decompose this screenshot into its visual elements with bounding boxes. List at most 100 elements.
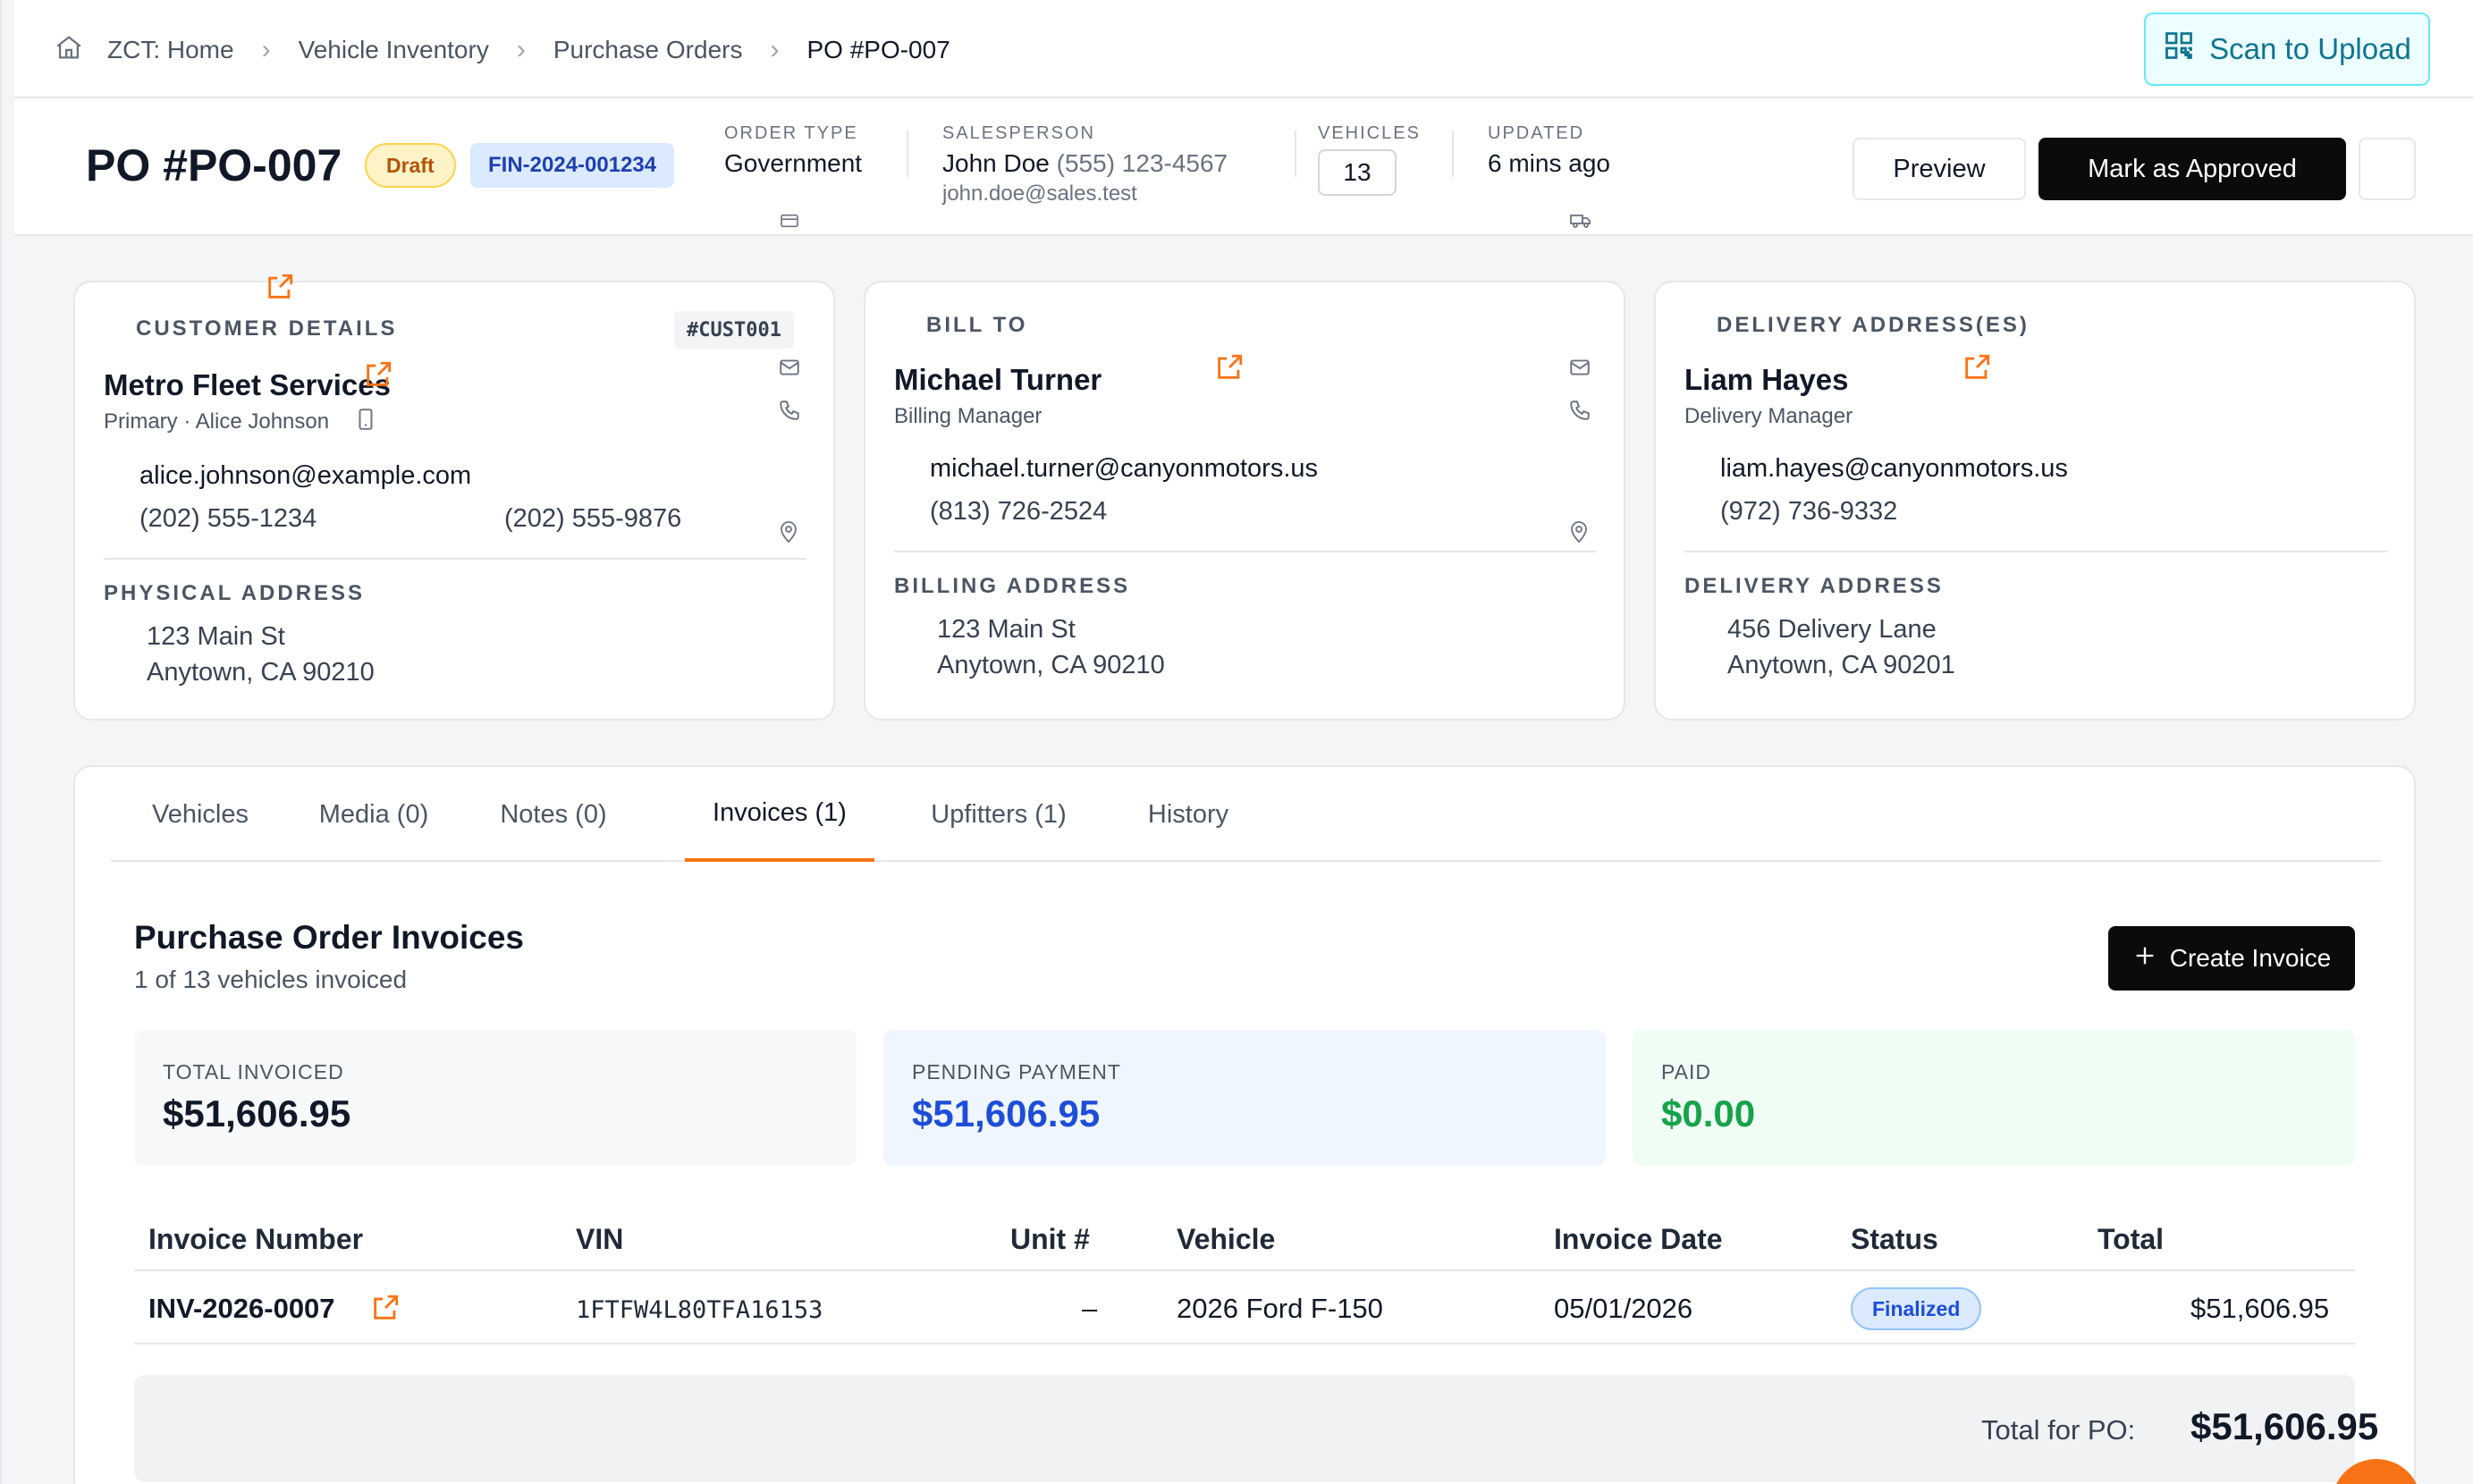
- external-link-icon[interactable]: [363, 359, 393, 394]
- external-link-icon[interactable]: [1962, 352, 1992, 387]
- table-row[interactable]: INV-2026-0007 1FTFW4L80TFA16153 – 2026 F…: [134, 1273, 2355, 1345]
- salesperson-line: John Doe (555) 123-4567: [942, 149, 1228, 178]
- stat-total-invoiced: TOTAL INVOICED $51,606.95: [134, 1030, 857, 1166]
- po-total-value: $51,606.95: [2190, 1405, 2379, 1447]
- salesperson-email[interactable]: john.doe@sales.test: [942, 181, 1228, 207]
- invoice-date: 05/01/2026: [1554, 1293, 1693, 1324]
- divider: [1684, 551, 2387, 552]
- scan-to-upload-label: Scan to Upload: [2209, 32, 2411, 65]
- top-bar: ZCT: Home › Vehicle Inventory › Purchase…: [14, 0, 2473, 98]
- mark-approved-button[interactable]: Mark as Approved: [2038, 138, 2346, 200]
- vehicles-label: VEHICLES: [1318, 123, 1421, 143]
- breadcrumb-vehicle-inventory[interactable]: Vehicle Inventory: [299, 36, 489, 64]
- column-header[interactable]: Total: [2097, 1223, 2164, 1256]
- detail-panel: Vehicles Media (0) Notes (0) Invoices (1…: [73, 765, 2416, 1484]
- more-actions-button[interactable]: [2359, 138, 2416, 200]
- address-line-1: 456 Delivery Lane: [1727, 615, 1937, 644]
- delivery-address-label: DELIVERY ADDRESS: [1684, 574, 1944, 598]
- address-line-2: Anytown, CA 90210: [147, 658, 375, 687]
- card-icon: [780, 213, 799, 233]
- customer-name[interactable]: Metro Fleet Services: [104, 368, 391, 402]
- customer-details-card: CUSTOMER DETAILS #CUST001 Metro Fleet Se…: [73, 274, 835, 721]
- address-line-2: Anytown, CA 90210: [937, 651, 1165, 679]
- external-link-icon[interactable]: [370, 1293, 401, 1328]
- column-header[interactable]: Vehicle: [1177, 1223, 1275, 1256]
- bill-to-email[interactable]: michael.turner@canyonmotors.us: [930, 454, 1318, 484]
- section-title: Purchase Order Invoices: [134, 919, 524, 956]
- customer-phone-secondary[interactable]: (202) 555-9876: [504, 504, 681, 534]
- bill-to-phone[interactable]: (813) 726-2524: [930, 497, 1107, 527]
- column-header[interactable]: Invoice Date: [1554, 1223, 1723, 1256]
- map-pin-icon[interactable]: [778, 519, 799, 548]
- order-type-value: Government: [724, 149, 863, 177]
- address-line-1: 123 Main St: [147, 622, 285, 651]
- stat-value: $51,606.95: [912, 1092, 1101, 1134]
- stat-label: PAID: [1661, 1060, 1711, 1083]
- customer-contact: Primary · Alice Johnson: [104, 409, 330, 434]
- salesperson-phone[interactable]: (555) 123-4567: [1057, 149, 1228, 177]
- mail-icon[interactable]: [1568, 356, 1591, 384]
- stat-label: PENDING PAYMENT: [912, 1060, 1121, 1083]
- phone-icon[interactable]: [1568, 399, 1591, 426]
- divider: [1452, 131, 1454, 177]
- tab-upfitters[interactable]: Upfitters (1): [908, 767, 1089, 862]
- breadcrumb: ZCT: Home › Vehicle Inventory › Purchase…: [54, 32, 950, 68]
- delivery-label: DELIVERY ADDRESS(ES): [1717, 313, 2030, 337]
- invoice-total: $51,606.95: [2190, 1293, 2330, 1324]
- column-header[interactable]: Unit #: [1010, 1223, 1090, 1256]
- column-header[interactable]: Status: [1851, 1223, 1938, 1256]
- breadcrumb-purchase-orders[interactable]: Purchase Orders: [553, 36, 743, 64]
- external-link-icon[interactable]: [1214, 352, 1245, 387]
- home-icon[interactable]: [54, 32, 84, 69]
- invoice-number[interactable]: INV-2026-0007: [148, 1293, 335, 1325]
- truck-icon: [1570, 213, 1591, 233]
- tab-vehicles[interactable]: Vehicles: [139, 767, 261, 862]
- tab-media[interactable]: Media (0): [302, 767, 445, 862]
- bill-to-name[interactable]: Michael Turner: [894, 363, 1101, 397]
- external-link-icon[interactable]: [265, 272, 295, 307]
- stat-pending-payment: PENDING PAYMENT $51,606.95: [883, 1030, 1606, 1166]
- customer-details-label: CUSTOMER DETAILS: [136, 316, 398, 341]
- tab-history[interactable]: History: [1127, 767, 1250, 862]
- unit-number: –: [1082, 1293, 1098, 1324]
- section-subtitle: 1 of 13 vehicles invoiced: [134, 965, 408, 993]
- delivery-email[interactable]: liam.hayes@canyonmotors.us: [1720, 454, 2068, 484]
- breadcrumb-current: PO #PO-007: [806, 36, 950, 63]
- customer-email[interactable]: alice.johnson@example.com: [139, 461, 471, 491]
- billing-address-label: BILLING ADDRESS: [894, 574, 1131, 598]
- tab-bar: Vehicles Media (0) Notes (0) Invoices (1…: [111, 767, 2382, 862]
- stat-paid: PAID $0.00: [1633, 1030, 2355, 1166]
- divider: [104, 558, 806, 560]
- vin: 1FTFW4L80TFA16153: [576, 1296, 823, 1324]
- delivery-phone[interactable]: (972) 736-9332: [1720, 497, 1897, 527]
- address-line-2: Anytown, CA 90201: [1727, 651, 1955, 679]
- column-header[interactable]: Invoice Number: [148, 1223, 363, 1256]
- page-title: PO #PO-007: [86, 140, 342, 190]
- mail-icon[interactable]: [778, 356, 801, 384]
- map-pin-icon[interactable]: [1568, 519, 1590, 548]
- create-invoice-label: Create Invoice: [2169, 944, 2332, 972]
- fin-number-badge[interactable]: FIN-2024-001234: [470, 143, 675, 188]
- preview-button[interactable]: Preview: [1853, 138, 2026, 200]
- tab-invoices[interactable]: Invoices (1): [685, 767, 874, 862]
- phone-icon[interactable]: [778, 399, 801, 426]
- vehicle: 2026 Ford F-150: [1177, 1293, 1383, 1324]
- po-header: PO #PO-007 Draft FIN-2024-001234 ORDER T…: [14, 98, 2473, 236]
- address-line-1: 123 Main St: [937, 615, 1076, 644]
- delivery-role: Delivery Manager: [1684, 404, 1853, 428]
- create-invoice-button[interactable]: Create Invoice: [2108, 926, 2355, 991]
- breadcrumb-home[interactable]: ZCT: Home: [107, 36, 234, 64]
- scan-to-upload-button[interactable]: Scan to Upload: [2144, 13, 2430, 86]
- physical-address-label: PHYSICAL ADDRESS: [104, 581, 366, 605]
- bill-to-role: Billing Manager: [894, 404, 1042, 428]
- column-header[interactable]: VIN: [576, 1223, 623, 1256]
- delivery-name[interactable]: Liam Hayes: [1684, 363, 1848, 397]
- order-type: ORDER TYPE Government: [724, 123, 862, 178]
- table-header: Invoice Number VIN Unit # Vehicle Invoic…: [134, 1212, 2355, 1271]
- plus-icon: [2132, 943, 2157, 974]
- chevron-right-icon: ›: [516, 35, 526, 64]
- status-badge: Finalized: [1851, 1287, 1982, 1330]
- stat-value: $51,606.95: [163, 1092, 351, 1134]
- customer-phone-primary[interactable]: (202) 555-1234: [139, 504, 317, 534]
- tab-notes[interactable]: Notes (0): [477, 767, 629, 862]
